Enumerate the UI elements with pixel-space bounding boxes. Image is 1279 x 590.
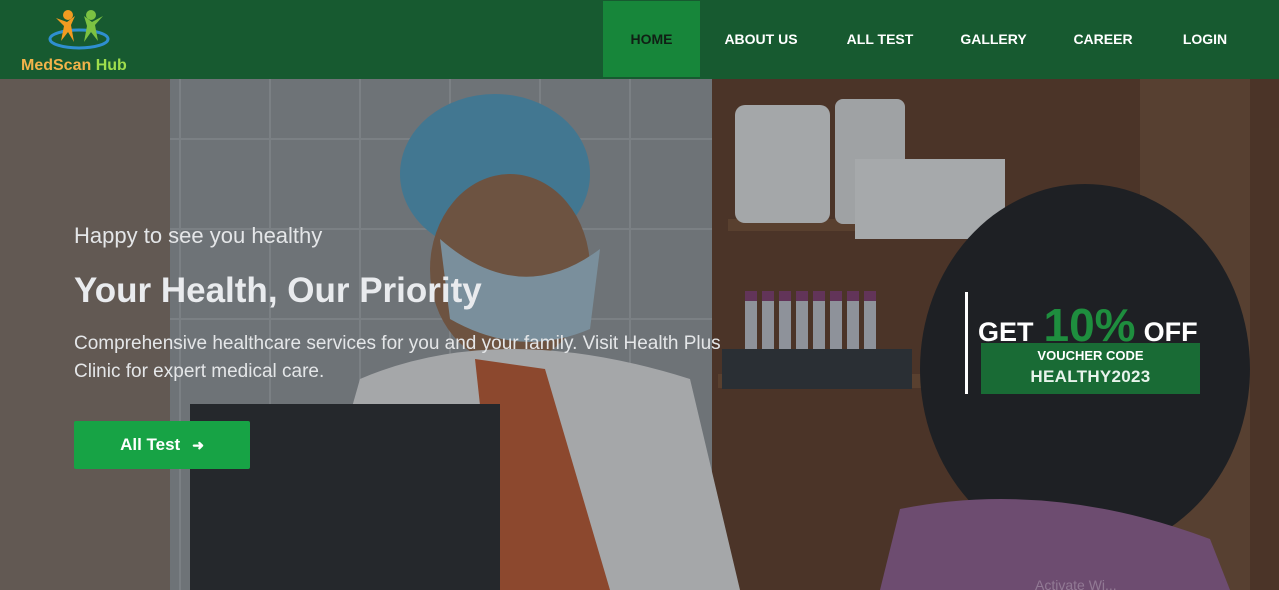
nav-item-home[interactable]: HOME [603, 1, 700, 77]
voucher-code: HEALTHY2023 [1030, 367, 1151, 386]
nav-item-about-us[interactable]: ABOUT US [700, 1, 822, 77]
nav-item-gallery[interactable]: GALLERY [938, 1, 1049, 77]
voucher-code-box: VOUCHER CODE HEALTHY2023 [981, 343, 1200, 394]
arrow-right-icon: ➜ [192, 436, 204, 453]
people-logo-icon [48, 10, 110, 50]
hero-subtitle: Happy to see you healthy [74, 223, 323, 248]
hero-section: Happy to see you healthy Your Health, Ou… [0, 79, 1279, 590]
voucher-divider [965, 292, 968, 394]
brand-name-part2: Hub [95, 57, 127, 74]
all-test-button[interactable]: All Test ➜ [74, 421, 250, 469]
nav-item-career[interactable]: CAREER [1049, 1, 1157, 77]
nav-item-login[interactable]: LOGIN [1157, 1, 1253, 77]
hero-title: Your Health, Our Priority [74, 271, 482, 310]
activation-watermark: Activate Wi... [1035, 577, 1117, 590]
brand-logo[interactable]: MedScan Hub [18, 8, 148, 76]
navbar: MedScan Hub HOME ABOUT US ALL TEST GALLE… [0, 0, 1279, 79]
brand-name-part1: MedScan [21, 57, 92, 74]
all-test-button-label: All Test [120, 435, 181, 454]
main-nav: HOME ABOUT US ALL TEST GALLERY CAREER LO… [603, 1, 1253, 77]
hero-description: Comprehensive healthcare services for yo… [74, 333, 721, 382]
voucher-label: VOUCHER CODE [1037, 348, 1144, 363]
brand-name: MedScan Hub [21, 57, 127, 75]
nav-item-all-test[interactable]: ALL TEST [822, 1, 938, 77]
